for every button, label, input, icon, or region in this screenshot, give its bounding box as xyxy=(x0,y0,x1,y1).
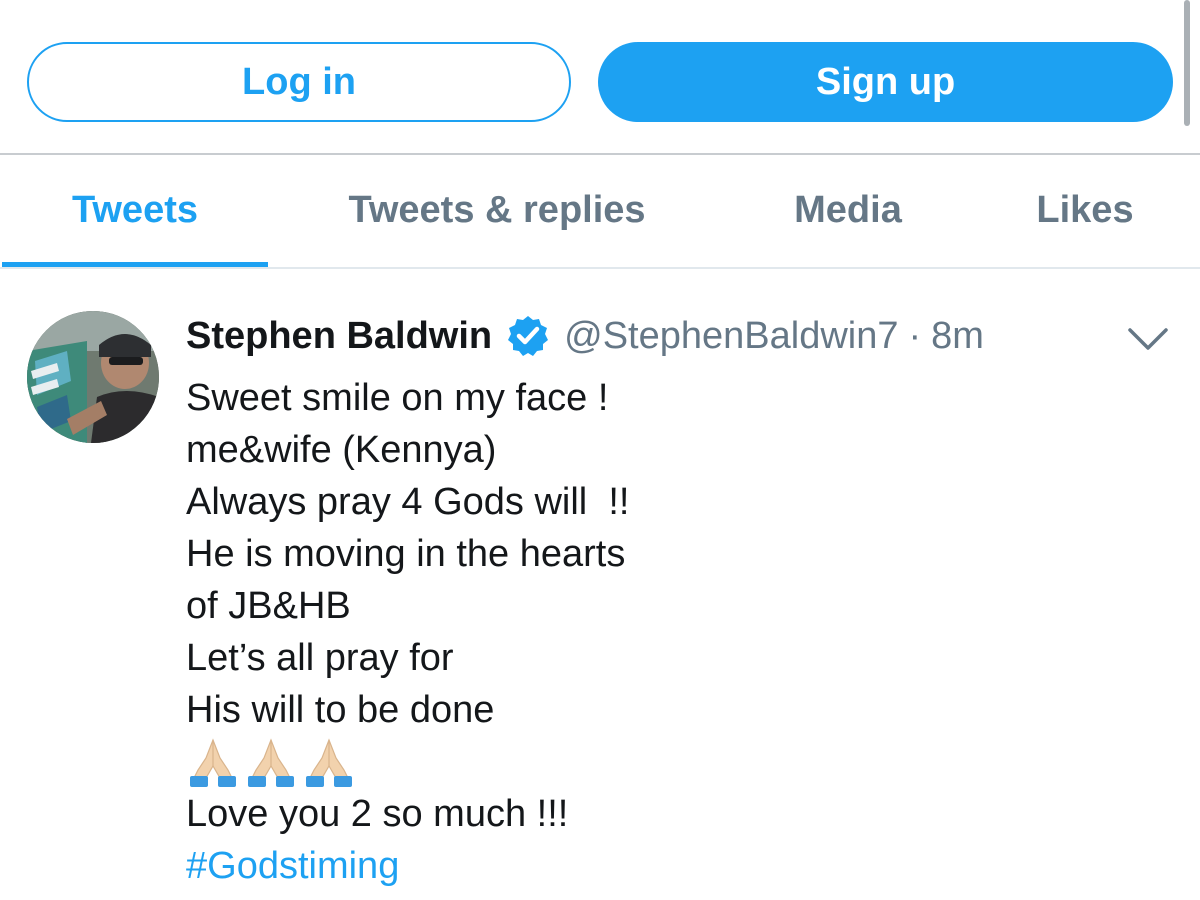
tweet-text: Sweet smile on my face ! me&wife (Kennya… xyxy=(186,372,1146,892)
avatar-photo xyxy=(27,311,159,443)
profile-tabs: Tweets Tweets & replies Media Likes xyxy=(0,155,1200,269)
avatar[interactable] xyxy=(27,311,159,443)
tab-likes[interactable]: Likes xyxy=(1010,155,1160,265)
folded-hands-icon xyxy=(190,738,236,787)
author-name[interactable]: Stephen Baldwin xyxy=(186,315,492,358)
folded-hands-icon xyxy=(248,738,294,787)
tweet-line: Sweet smile on my face ! xyxy=(186,377,609,419)
tweet-line: of JB&HB xyxy=(186,585,351,627)
folded-hands-icon xyxy=(306,738,352,787)
hashtag-link[interactable]: #Godstiming xyxy=(186,840,1146,892)
tweet-line: His will to be done xyxy=(186,689,495,731)
tweet-timestamp[interactable]: 8m xyxy=(931,315,984,358)
auth-bar: Log in Sign up xyxy=(0,0,1200,154)
separator: · xyxy=(908,314,922,357)
signup-button[interactable]: Sign up xyxy=(598,42,1173,122)
tweet-line: Always pray 4 Gods will !! xyxy=(186,481,630,523)
divider xyxy=(0,267,1200,269)
tweet-line: Love you 2 so much !!! xyxy=(186,793,569,835)
emoji-row xyxy=(186,736,1146,788)
tab-tweets-and-replies[interactable]: Tweets & replies xyxy=(300,155,694,265)
login-button[interactable]: Log in xyxy=(27,42,571,122)
tweet-header: Stephen Baldwin @StephenBaldwin7 · 8m xyxy=(186,310,984,362)
scrollbar[interactable] xyxy=(1184,0,1190,126)
tweet-line: me&wife (Kennya) xyxy=(186,429,497,471)
tweet-line: He is moving in the hearts xyxy=(186,533,626,575)
chevron-down-icon[interactable] xyxy=(1126,324,1170,354)
tweet-line: Let’s all pray for xyxy=(186,637,454,679)
twitter-profile-page: Log in Sign up Tweets Tweets & replies M… xyxy=(0,0,1200,900)
tab-media[interactable]: Media xyxy=(760,155,936,265)
author-handle[interactable]: @StephenBaldwin7 xyxy=(564,315,898,358)
tab-tweets[interactable]: Tweets xyxy=(2,155,268,265)
verified-badge-icon xyxy=(506,314,550,358)
